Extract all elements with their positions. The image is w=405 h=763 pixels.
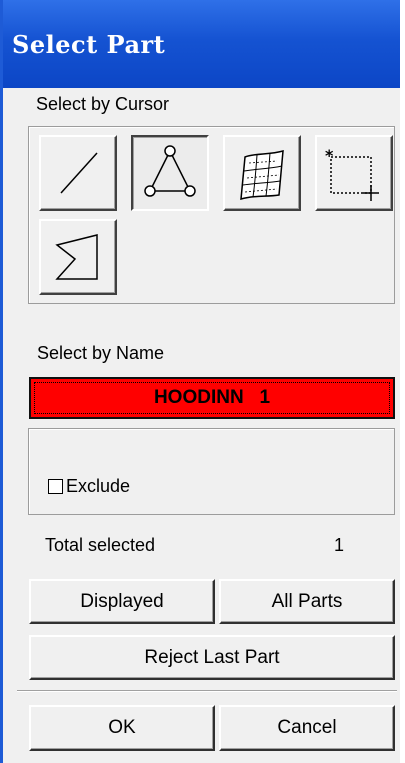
exclude-group xyxy=(28,428,395,515)
reject-last-part-button[interactable]: Reject Last Part xyxy=(29,635,395,680)
polygon-select-button[interactable] xyxy=(39,219,117,295)
mesh-surface-icon xyxy=(240,149,284,201)
ok-button[interactable]: OK xyxy=(29,705,215,751)
polygon-select-icon xyxy=(55,234,98,280)
total-selected-label: Total selected xyxy=(45,535,156,555)
total-selected-value: 1 xyxy=(334,535,345,555)
title-bar[interactable]: Select Part xyxy=(3,0,400,88)
part-name-field[interactable]: HOODINN 1 xyxy=(29,377,395,419)
node-select-button[interactable] xyxy=(131,135,209,211)
select-by-name-label: Select by Name xyxy=(37,343,165,363)
exclude-label: Exclude xyxy=(66,476,131,496)
all-parts-button[interactable]: All Parts xyxy=(219,579,395,624)
select-by-cursor-label: Select by Cursor xyxy=(36,94,170,114)
select-part-dialog: Select Part Select by Cursor * Select by… xyxy=(0,0,400,763)
exclude-checkbox[interactable] xyxy=(48,479,63,494)
svg-text:*: * xyxy=(325,146,334,165)
surface-select-button[interactable] xyxy=(223,135,301,211)
box-select-icon: * xyxy=(325,146,379,201)
window-title: Select Part xyxy=(12,30,166,59)
divider xyxy=(17,690,397,692)
line-icon xyxy=(60,152,98,194)
cursor-tools-group: * xyxy=(28,126,395,304)
triangle-nodes-icon xyxy=(144,145,196,197)
box-select-button[interactable]: * xyxy=(315,135,393,211)
displayed-button[interactable]: Displayed xyxy=(29,579,215,624)
cancel-button[interactable]: Cancel xyxy=(219,705,395,751)
line-select-button[interactable] xyxy=(39,135,117,211)
